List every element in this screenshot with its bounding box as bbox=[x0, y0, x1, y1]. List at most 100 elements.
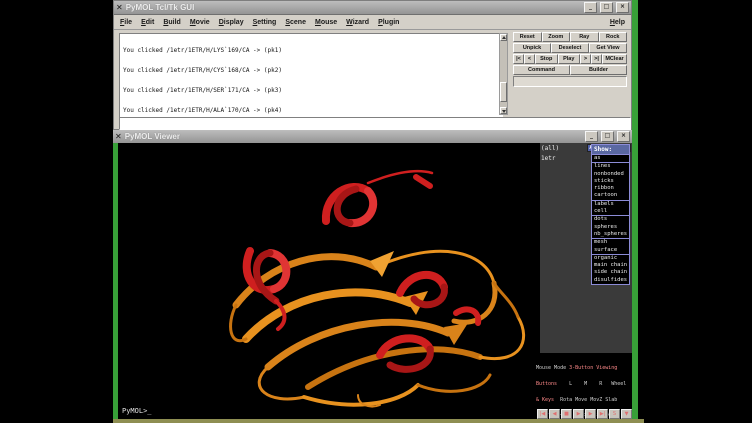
show-menu-group: mesh surface bbox=[592, 238, 629, 254]
show-menu-item-disulfides[interactable]: disulfides bbox=[592, 277, 629, 284]
gui-body: You clicked /1etr/1ETR/H/LYS`169/CA -> (… bbox=[114, 30, 631, 131]
command-button[interactable]: Command bbox=[513, 65, 570, 75]
desktop-green-stripe bbox=[632, 0, 638, 419]
show-menu-item-cartoon[interactable]: cartoon bbox=[592, 192, 629, 199]
deselect-button[interactable]: Deselect bbox=[551, 43, 589, 53]
show-menu-item-surface[interactable]: surface bbox=[592, 247, 629, 254]
command-prompt[interactable]: PyMOL>_ bbox=[122, 407, 152, 415]
menu-help[interactable]: Help bbox=[610, 19, 625, 26]
viewer-titlebar[interactable]: ✕ PyMOL Viewer _ □ × bbox=[113, 130, 632, 144]
vcr-fullscreen-button[interactable]: ▼ bbox=[621, 409, 632, 419]
show-menu-header: Show: bbox=[592, 145, 629, 154]
show-menu-item-organic[interactable]: organic bbox=[592, 255, 629, 262]
menu-scene[interactable]: Scene bbox=[285, 19, 306, 26]
mouse-mode-line: Mouse Mode 3-Button Viewing bbox=[536, 366, 633, 371]
builder-button[interactable]: Builder bbox=[570, 65, 627, 75]
vcr-scene-button[interactable]: S bbox=[609, 409, 620, 419]
log-scrollbar[interactable] bbox=[499, 33, 508, 115]
menu-movie[interactable]: Movie bbox=[190, 19, 210, 26]
vcr-play-button[interactable]: ▶ bbox=[573, 409, 584, 419]
get-view-button[interactable]: Get View bbox=[589, 43, 627, 53]
viewer-minimize-button[interactable]: _ bbox=[585, 131, 598, 142]
command-input[interactable] bbox=[119, 117, 631, 130]
show-menu-item-dots[interactable]: dots bbox=[592, 216, 629, 223]
movie-forward-button[interactable]: > bbox=[580, 54, 591, 64]
zoom-button[interactable]: Zoom bbox=[542, 32, 571, 42]
gui-close-button[interactable]: × bbox=[616, 2, 629, 13]
menu-wizard[interactable]: Wizard bbox=[346, 19, 369, 26]
play-button[interactable]: Play bbox=[558, 54, 581, 64]
show-menu-group: organic main chain side chain disulfides bbox=[592, 254, 629, 284]
x11-app-icon: ✕ bbox=[115, 130, 122, 143]
show-menu-item-side-chain[interactable]: side chain bbox=[592, 269, 629, 276]
viewer-close-button[interactable]: × bbox=[617, 131, 630, 142]
show-menu-group: as bbox=[592, 154, 629, 162]
menu-edit[interactable]: Edit bbox=[141, 19, 154, 26]
pymol-viewer-window: ✕ PyMOL Viewer _ □ × bbox=[113, 130, 632, 419]
log-line: You clicked /1etr/1ETR/H/SER`171/CA -> (… bbox=[123, 88, 502, 95]
vcr-step-forward-button[interactable]: ▶ bbox=[585, 409, 596, 419]
viewer-window-title: PyMOL Viewer bbox=[125, 132, 582, 141]
show-menu-item-mesh[interactable]: mesh bbox=[592, 239, 629, 246]
scroll-down-icon[interactable] bbox=[500, 107, 507, 114]
gui-maximize-button[interactable]: □ bbox=[600, 2, 613, 13]
show-menu-item-nb-spheres[interactable]: nb_spheres bbox=[592, 231, 629, 238]
vcr-stop-button[interactable]: ■ bbox=[561, 409, 572, 419]
menu-display[interactable]: Display bbox=[219, 19, 244, 26]
ray-button[interactable]: Ray bbox=[570, 32, 599, 42]
reset-button[interactable]: Reset bbox=[513, 32, 542, 42]
x11-app-icon: ✕ bbox=[116, 1, 123, 14]
movie-last-button[interactable]: >| bbox=[591, 54, 602, 64]
scrollbar-thumb[interactable] bbox=[500, 82, 507, 102]
show-menu-item-nonbonded[interactable]: nonbonded bbox=[592, 171, 629, 178]
show-menu-item-sticks[interactable]: sticks bbox=[592, 178, 629, 185]
pymol-tcltk-gui-window: ✕ PyMOL Tcl/Tk GUI _ □ × File Edit Build… bbox=[113, 0, 632, 130]
menu-setting[interactable]: Setting bbox=[253, 19, 277, 26]
window-bottom-frame bbox=[113, 419, 644, 423]
gui-titlebar[interactable]: ✕ PyMOL Tcl/Tk GUI _ □ × bbox=[114, 1, 631, 15]
log-line: You clicked /1etr/1ETR/H/CYS`168/CA -> (… bbox=[123, 68, 502, 75]
viewer-maximize-button[interactable]: □ bbox=[601, 131, 614, 142]
rock-button[interactable]: Rock bbox=[599, 32, 628, 42]
stop-button[interactable]: Stop bbox=[535, 54, 558, 64]
movie-first-button[interactable]: |< bbox=[513, 54, 524, 64]
object-label-all[interactable]: (all) bbox=[541, 145, 587, 152]
mclear-button[interactable]: MClear bbox=[602, 54, 627, 64]
gui-minimize-button[interactable]: _ bbox=[584, 2, 597, 13]
beta-sheets bbox=[231, 251, 524, 407]
show-menu-item-ribbon[interactable]: ribbon bbox=[592, 185, 629, 192]
gui-window-title: PyMOL Tcl/Tk GUI bbox=[126, 3, 581, 12]
show-menu-item-cell[interactable]: cell bbox=[592, 208, 629, 215]
show-menu-item-as[interactable]: as bbox=[592, 155, 629, 162]
show-menu-group: labels cell bbox=[592, 200, 629, 216]
output-log[interactable]: You clicked /1etr/1ETR/H/LYS`169/CA -> (… bbox=[119, 33, 503, 118]
protein-cartoon bbox=[118, 143, 540, 419]
show-menu-item-main-chain[interactable]: main chain bbox=[592, 262, 629, 269]
vcr-end-button[interactable]: ▶| bbox=[597, 409, 608, 419]
show-menu-group: lines nonbonded sticks ribbon cartoon bbox=[592, 162, 629, 199]
show-menu-item-spheres[interactable]: spheres bbox=[592, 224, 629, 231]
show-menu-group: dots spheres nb_spheres bbox=[592, 215, 629, 238]
menu-plugin[interactable]: Plugin bbox=[378, 19, 399, 26]
menu-file[interactable]: File bbox=[120, 19, 132, 26]
movie-back-button[interactable]: < bbox=[524, 54, 535, 64]
scroll-up-icon[interactable] bbox=[500, 34, 507, 41]
desktop: ✕ PyMOL Tcl/Tk GUI _ □ × File Edit Build… bbox=[0, 0, 752, 423]
mouse-keys-line: & Keys Rota Move MovZ Slab bbox=[536, 398, 633, 403]
menu-mouse[interactable]: Mouse bbox=[315, 19, 337, 26]
show-menu-item-labels[interactable]: labels bbox=[592, 201, 629, 208]
show-menu-item-lines[interactable]: lines bbox=[592, 163, 629, 170]
show-menu: Show: as lines nonbonded sticks ribbon c… bbox=[591, 144, 630, 285]
gui-menubar: File Edit Build Movie Display Setting Sc… bbox=[114, 15, 631, 30]
log-line: You clicked /1etr/1ETR/H/ALA`170/CA -> (… bbox=[123, 108, 502, 115]
feedback-strip bbox=[513, 76, 627, 87]
vcr-step-back-button[interactable]: ◀ bbox=[549, 409, 560, 419]
log-line: You clicked /1etr/1ETR/H/LYS`169/CA -> (… bbox=[123, 48, 502, 55]
menu-build[interactable]: Build bbox=[163, 19, 181, 26]
vcr-rewind-button[interactable]: |◀ bbox=[537, 409, 548, 419]
viewport-canvas[interactable]: PyMOL>_ bbox=[118, 143, 540, 419]
unpick-button[interactable]: Unpick bbox=[513, 43, 551, 53]
internal-gui-panel: (all) A S H L C 1etr Show: as bbox=[540, 143, 632, 419]
control-button-panel: Reset Zoom Ray Rock Unpick Deselect Get … bbox=[513, 32, 627, 76]
mouse-buttons-line: Buttons L M R Wheel bbox=[536, 382, 633, 387]
